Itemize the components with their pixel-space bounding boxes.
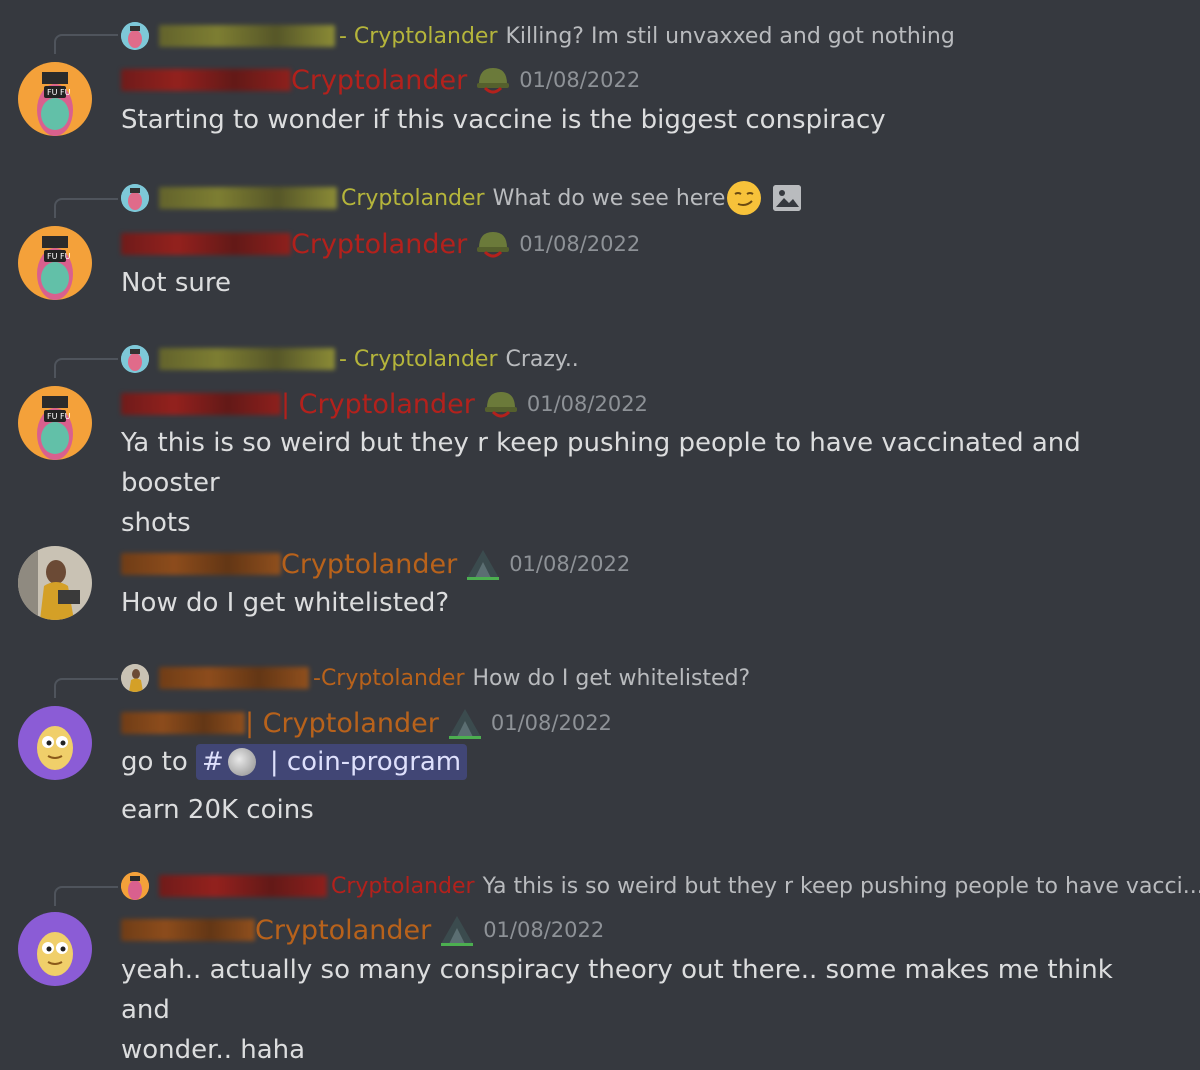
hash-icon: # xyxy=(202,747,224,777)
coin-icon xyxy=(227,748,256,776)
message-header: Cryptolander 01/08/2022 xyxy=(121,910,604,950)
redacted-username xyxy=(121,393,281,415)
smirk-emoji-icon xyxy=(727,181,762,215)
reply-text[interactable]: Killing? Im stil unvaxxed and got nothin… xyxy=(506,24,955,49)
message-header: Cryptolander 01/08/2022 xyxy=(121,60,640,100)
avatar[interactable] xyxy=(18,546,92,620)
redacted-username xyxy=(121,553,281,575)
reply-avatar[interactable] xyxy=(121,872,149,900)
timestamp[interactable]: 01/08/2022 xyxy=(509,552,630,576)
redacted-username xyxy=(121,233,291,255)
reply-preview[interactable]: Cryptolander Ya this is so weird but the… xyxy=(121,870,1200,902)
reply-role[interactable]: Cryptolander xyxy=(341,186,485,211)
redacted-username xyxy=(159,875,327,897)
role-tag[interactable]: Cryptolander xyxy=(255,915,431,946)
reply-avatar[interactable] xyxy=(121,22,149,50)
redacted-username xyxy=(159,667,309,689)
redacted-username xyxy=(159,348,335,370)
reply-preview[interactable]: Cryptolander What do we see here xyxy=(121,181,802,215)
mountain-icon xyxy=(467,550,500,580)
timestamp[interactable]: 01/08/2022 xyxy=(491,711,612,735)
channel-mention[interactable]: # | coin-program xyxy=(196,744,468,780)
reply-text[interactable]: How do I get whitelisted? xyxy=(473,666,751,691)
reply-text[interactable]: What do we see here xyxy=(493,186,726,211)
image-attachment-icon[interactable] xyxy=(773,185,802,211)
message-text: go to xyxy=(121,747,188,777)
reply-role[interactable]: - Cryptolander xyxy=(339,347,498,372)
message-header: | Cryptolander 01/08/2022 xyxy=(121,703,612,743)
helmet-icon xyxy=(477,68,510,94)
reply-text[interactable]: Ya this is so weird but they r keep push… xyxy=(483,874,1200,899)
redacted-username xyxy=(159,187,337,209)
timestamp[interactable]: 01/08/2022 xyxy=(519,232,640,256)
avatar[interactable]: FU FU xyxy=(18,62,92,136)
avatar[interactable]: FU FU xyxy=(18,226,92,300)
message-content: How do I get whitelisted? xyxy=(121,583,1161,623)
role-tag[interactable]: | Cryptolander xyxy=(245,708,439,739)
message-line: yeah.. actually so many conspiracy theor… xyxy=(121,955,1113,1025)
mountain-icon xyxy=(448,709,481,739)
svg-text:FU FU: FU FU xyxy=(47,252,71,261)
reply-preview[interactable]: -Cryptolander How do I get whitelisted? xyxy=(121,662,750,694)
message-header: Cryptolander 01/08/2022 xyxy=(121,224,640,264)
reply-role[interactable]: Cryptolander xyxy=(331,874,475,899)
message-content: go to # | coin-program earn 20K coins xyxy=(121,742,1161,830)
svg-text:FU FU: FU FU xyxy=(47,412,71,421)
redacted-username xyxy=(121,919,255,941)
redacted-username xyxy=(121,712,245,734)
message-line: Starting to wonder if this vaccine is th… xyxy=(121,105,886,135)
message-content: Not sure xyxy=(121,263,1161,303)
reply-avatar[interactable] xyxy=(121,345,149,373)
reply-avatar[interactable] xyxy=(121,664,149,692)
timestamp[interactable]: 01/08/2022 xyxy=(483,918,604,942)
redacted-username xyxy=(121,69,291,91)
reply-role[interactable]: - Cryptolander xyxy=(339,24,498,49)
avatar[interactable]: FU FU xyxy=(18,386,92,460)
redacted-username xyxy=(159,25,335,47)
avatar[interactable] xyxy=(18,706,92,780)
reply-connector xyxy=(54,886,118,906)
message-content: Ya this is so weird but they r keep push… xyxy=(121,423,1161,543)
reply-connector xyxy=(54,358,118,378)
message-line: Ya this is so weird but they r keep push… xyxy=(121,428,1081,498)
role-tag[interactable]: Cryptolander xyxy=(291,65,467,96)
mountain-icon xyxy=(441,916,474,946)
message-line: earn 20K coins xyxy=(121,795,314,825)
reply-preview[interactable]: - Cryptolander Crazy.. xyxy=(121,343,579,375)
message-line: shots xyxy=(121,508,191,538)
message-line: go to # | coin-program xyxy=(121,742,1161,782)
reply-text[interactable]: Crazy.. xyxy=(506,347,579,372)
avatar[interactable] xyxy=(18,912,92,986)
svg-text:FU FU: FU FU xyxy=(47,88,71,97)
reply-role[interactable]: -Cryptolander xyxy=(313,666,465,691)
message-header: | Cryptolander 01/08/2022 xyxy=(121,384,648,424)
message-header: Cryptolander 01/08/2022 xyxy=(121,544,630,584)
message-content: Starting to wonder if this vaccine is th… xyxy=(121,100,1161,140)
reply-connector xyxy=(54,678,118,698)
reply-connector xyxy=(54,34,118,54)
role-tag[interactable]: | Cryptolander xyxy=(281,389,475,420)
message-line: Not sure xyxy=(121,268,231,298)
message-line: wonder.. haha xyxy=(121,1035,306,1065)
helmet-icon xyxy=(477,232,510,258)
role-tag[interactable]: Cryptolander xyxy=(291,229,467,260)
timestamp[interactable]: 01/08/2022 xyxy=(527,392,648,416)
reply-connector xyxy=(54,198,118,218)
helmet-icon xyxy=(484,392,517,418)
role-tag[interactable]: Cryptolander xyxy=(281,549,457,580)
message-line: How do I get whitelisted? xyxy=(121,588,450,618)
reply-avatar[interactable] xyxy=(121,184,149,212)
timestamp[interactable]: 01/08/2022 xyxy=(519,68,640,92)
reply-preview[interactable]: - Cryptolander Killing? Im stil unvaxxed… xyxy=(121,20,955,52)
channel-mention-label: | coin-program xyxy=(269,747,462,777)
message-content: yeah.. actually so many conspiracy theor… xyxy=(121,950,1161,1070)
